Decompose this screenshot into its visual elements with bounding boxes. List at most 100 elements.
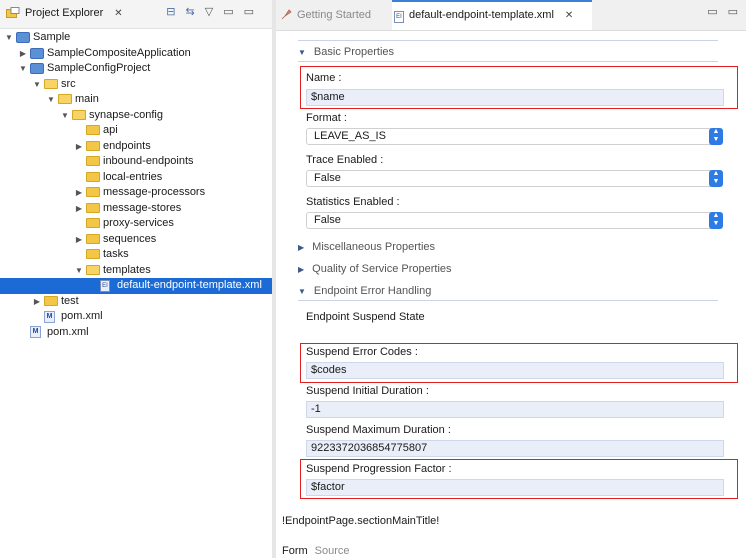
name-label: Name : — [306, 72, 342, 84]
chevron-right-icon[interactable]: ▶ — [74, 185, 84, 201]
format-label: Format : — [306, 112, 347, 124]
tab-label: Getting Started — [297, 9, 371, 21]
tree-row-label: message-processors — [103, 186, 206, 198]
trace-enabled-select[interactable]: False ▲ ▼ — [306, 170, 723, 187]
chevron-down-icon[interactable]: ▼ — [74, 263, 84, 279]
tree-row[interactable]: ▼ Sample — [0, 30, 272, 46]
maven-file-icon: M — [30, 326, 41, 338]
maximize-icon[interactable]: ▭ — [244, 5, 254, 18]
xml-file-icon: EI — [100, 279, 110, 292]
statistics-enabled-select[interactable]: False ▲ ▼ — [306, 212, 723, 229]
chevron-updown-icon[interactable]: ▲ ▼ — [709, 170, 723, 187]
folder-icon — [72, 109, 86, 120]
tree-row[interactable]: ▼ src — [0, 77, 272, 93]
section-title: Miscellaneous Properties — [312, 241, 436, 253]
project-icon — [30, 63, 44, 74]
section-quality-of-service[interactable]: ▶ Quality of Service Properties — [298, 263, 452, 275]
project-explorer-tab[interactable]: Project Explorer ✕ — [6, 7, 123, 19]
tree-row[interactable]: ▼ synapse-config — [0, 108, 272, 124]
tree-row[interactable]: ▶ endpoints — [0, 139, 272, 155]
tab-getting-started[interactable]: Getting Started — [280, 6, 371, 24]
tree-row[interactable]: ▶ message-processors — [0, 185, 272, 201]
tree-row[interactable]: inbound-endpoints — [0, 154, 272, 170]
chevron-down-icon[interactable]: ▼ — [32, 77, 42, 93]
folder-icon — [86, 140, 100, 151]
tree-row-label: main — [75, 93, 99, 105]
chevron-right-icon[interactable]: ▶ — [18, 46, 28, 62]
format-select[interactable]: LEAVE_AS_IS ▲ ▼ — [306, 128, 723, 145]
tree-row-label: sequences — [103, 232, 157, 245]
maven-file-icon: M — [44, 310, 55, 323]
chevron-right-icon: ▶ — [298, 242, 305, 252]
section-title: Basic Properties — [313, 46, 395, 58]
chevron-down-icon: ▼ — [298, 47, 306, 57]
name-field[interactable]: $name — [306, 89, 724, 106]
suspend-error-codes-label: Suspend Error Codes : — [306, 346, 418, 358]
close-icon[interactable]: ✕ — [565, 10, 573, 21]
tree-row-label: message-stores — [103, 201, 182, 214]
editor-tab-bar: Getting Started EI default-endpoint-temp… — [276, 0, 746, 31]
folder-icon — [86, 233, 100, 244]
project-explorer-header: Project Explorer ✕ ⊟ ⇆ ▽ ▭ ▭ — [0, 0, 272, 29]
editor-bottom-tabs: Form Source — [282, 545, 350, 557]
tab-source[interactable]: Source — [315, 545, 350, 557]
chevron-down-icon[interactable]: ▼ — [60, 108, 70, 124]
chevron-right-icon[interactable]: ▶ — [32, 294, 42, 310]
chevron-right-icon: ▶ — [298, 264, 305, 274]
folder-icon — [86, 202, 100, 213]
chevron-right-icon[interactable]: ▶ — [74, 139, 84, 155]
tree-row[interactable]: Mpom.xml — [0, 325, 272, 341]
chevron-right-icon[interactable]: ▶ — [74, 201, 84, 217]
tab-form[interactable]: Form — [282, 545, 308, 557]
section-endpoint-error-handling[interactable]: ▼ Endpoint Error Handling — [298, 285, 431, 297]
suspend-error-codes-field[interactable]: $codes — [306, 362, 724, 379]
endpoint-suspend-state-label: Endpoint Suspend State — [306, 311, 425, 323]
tree-row[interactable]: ▶ sequences — [0, 232, 272, 248]
section-miscellaneous-properties[interactable]: ▶ Miscellaneous Properties — [298, 241, 435, 253]
chevron-updown-icon[interactable]: ▲ ▼ — [709, 128, 723, 145]
suspend-initial-duration-field[interactable]: -1 — [306, 401, 724, 418]
collapse-all-icon[interactable]: ⊟ — [166, 5, 175, 18]
tree-row[interactable]: ▶ SampleCompositeApplication — [0, 46, 272, 62]
statistics-enabled-value: False — [314, 214, 341, 226]
project-icon — [16, 32, 30, 43]
tree-row-label: default-endpoint-template.xml — [117, 279, 262, 291]
tree-row-label: test — [61, 294, 79, 307]
chevron-down-icon[interactable]: ▼ — [46, 92, 56, 108]
section-main-title: !EndpointPage.sectionMainTitle! — [282, 515, 440, 527]
chevron-down-icon[interactable]: ▼ — [18, 61, 28, 77]
tree-row-label: pom.xml — [47, 325, 89, 338]
chevron-down-icon[interactable]: ▼ — [4, 30, 14, 46]
chevron-right-icon[interactable]: ▶ — [74, 232, 84, 248]
section-basic-properties[interactable]: ▼ Basic Properties — [298, 46, 394, 58]
tree-row[interactable]: ▶ message-stores — [0, 201, 272, 217]
maximize-icon[interactable]: ▭ — [728, 5, 738, 18]
tree-row-label: src — [61, 77, 76, 90]
tab-default-endpoint-template[interactable]: EI default-endpoint-template.xml ✕ — [394, 6, 573, 24]
folder-icon — [86, 171, 100, 182]
tree-row[interactable]: EI default-endpoint-template.xml — [0, 278, 272, 294]
view-menu-icon[interactable]: ▽ — [205, 5, 213, 18]
tree-row[interactable]: ▶ test — [0, 294, 272, 310]
section-divider — [298, 61, 718, 62]
minimize-icon[interactable]: ▭ — [223, 5, 233, 18]
tree-row[interactable]: api — [0, 123, 272, 139]
section-divider — [298, 300, 718, 301]
tree-row[interactable]: proxy-services — [0, 216, 272, 232]
tree-row[interactable]: ▼ SampleConfigProject — [0, 61, 272, 77]
chevron-updown-icon[interactable]: ▲ ▼ — [709, 212, 723, 229]
folder-icon — [44, 78, 58, 89]
tree-row[interactable]: tasks — [0, 247, 272, 263]
tree-row-label: local-entries — [103, 170, 163, 183]
tree-row-label: tasks — [103, 248, 129, 260]
close-icon[interactable]: ✕ — [114, 8, 122, 19]
minimize-icon[interactable]: ▭ — [707, 5, 717, 18]
link-editor-icon[interactable]: ⇆ — [186, 5, 195, 18]
tree-row[interactable]: Mpom.xml — [0, 309, 272, 325]
tree-row[interactable]: ▼ templates — [0, 263, 272, 279]
suspend-maximum-duration-field[interactable]: 9223372036854775807 — [306, 440, 724, 457]
tree-row[interactable]: local-entries — [0, 170, 272, 186]
tree-row[interactable]: ▼ main — [0, 92, 272, 108]
rocket-icon — [281, 9, 292, 20]
suspend-progression-factor-field[interactable]: $factor — [306, 479, 724, 496]
